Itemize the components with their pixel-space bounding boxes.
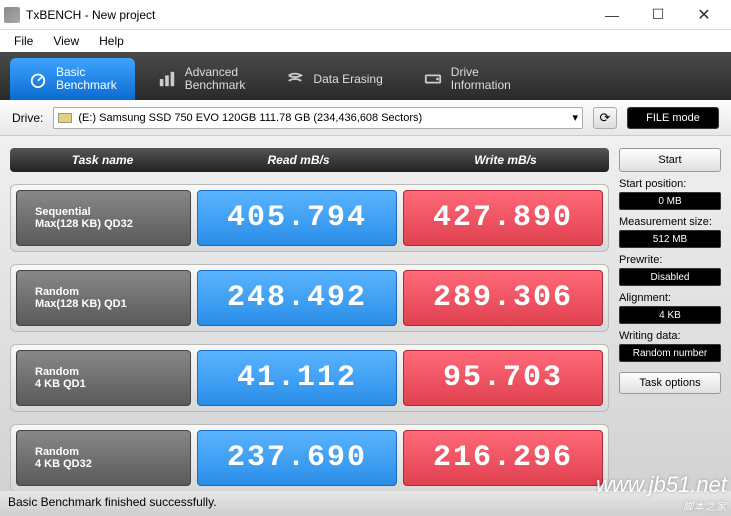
result-row: RandomMax(128 KB) QD1248.492289.306 xyxy=(10,264,609,332)
alignment-value: 4 KB xyxy=(619,306,721,324)
chevron-down-icon: ▾ xyxy=(572,111,578,124)
measurement-size-value: 512 MB xyxy=(619,230,721,248)
tab-label: Drive Information xyxy=(451,66,511,92)
bars-icon xyxy=(157,69,177,89)
write-value: 95.703 xyxy=(403,350,603,406)
tab-row: Basic Benchmark Advanced Benchmark Data … xyxy=(0,52,731,100)
start-position-label: Start position: xyxy=(619,178,721,190)
side-panel: Start Start position: 0 MB Measurement s… xyxy=(619,148,721,510)
menubar: File View Help xyxy=(0,30,731,52)
result-row: Random4 KB QD32237.690216.296 xyxy=(10,424,609,492)
header-row: Task name Read mB/s Write mB/s xyxy=(10,148,609,172)
read-value: 405.794 xyxy=(197,190,397,246)
read-value: 237.690 xyxy=(197,430,397,486)
task-name-line1: Sequential xyxy=(35,206,190,218)
status-text: Basic Benchmark finished successfully. xyxy=(8,495,217,509)
tab-label: Advanced Benchmark xyxy=(185,66,246,92)
task-cell[interactable]: RandomMax(128 KB) QD1 xyxy=(16,270,191,326)
drive-select[interactable]: (E:) Samsung SSD 750 EVO 120GB 111.78 GB… xyxy=(53,107,583,129)
refresh-button[interactable]: ⟳ xyxy=(593,107,617,129)
drive-row: Drive: (E:) Samsung SSD 750 EVO 120GB 11… xyxy=(0,100,731,136)
task-name-line2: 4 KB QD32 xyxy=(35,458,190,470)
result-row: Random4 KB QD141.11295.703 xyxy=(10,344,609,412)
window-title: TxBENCH - New project xyxy=(26,8,589,22)
start-position-value: 0 MB xyxy=(619,192,721,210)
header-write: Write mB/s xyxy=(402,148,609,172)
header-read: Read mB/s xyxy=(195,148,402,172)
drive-label: Drive: xyxy=(12,111,43,125)
app-icon xyxy=(4,7,20,23)
drive-icon xyxy=(423,69,443,89)
task-cell[interactable]: SequentialMax(128 KB) QD32 xyxy=(16,190,191,246)
tab-advanced-benchmark[interactable]: Advanced Benchmark xyxy=(139,58,264,100)
refresh-icon: ⟳ xyxy=(600,110,611,126)
tab-drive-information[interactable]: Drive Information xyxy=(405,58,529,100)
task-name-line2: Max(128 KB) QD32 xyxy=(35,218,190,230)
write-value: 289.306 xyxy=(403,270,603,326)
task-name-line1: Random xyxy=(35,446,190,458)
write-value: 427.890 xyxy=(403,190,603,246)
menu-file[interactable]: File xyxy=(4,32,43,50)
task-name-line2: Max(128 KB) QD1 xyxy=(35,298,190,310)
task-name-line2: 4 KB QD1 xyxy=(35,378,190,390)
header-task: Task name xyxy=(10,148,195,172)
file-mode-button[interactable]: FILE mode xyxy=(627,107,719,129)
prewrite-label: Prewrite: xyxy=(619,254,721,266)
erase-icon xyxy=(285,69,305,89)
watermark-sub: 脚本之家 xyxy=(596,498,727,513)
start-button[interactable]: Start xyxy=(619,148,721,172)
tab-data-erasing[interactable]: Data Erasing xyxy=(267,58,400,100)
minimize-button[interactable]: — xyxy=(589,0,635,30)
hdd-icon xyxy=(58,113,72,123)
results-panel: Task name Read mB/s Write mB/s Sequentia… xyxy=(10,148,609,510)
alignment-label: Alignment: xyxy=(619,292,721,304)
writing-data-value: Random number xyxy=(619,344,721,362)
read-value: 41.112 xyxy=(197,350,397,406)
menu-help[interactable]: Help xyxy=(89,32,134,50)
drive-selected-text: (E:) Samsung SSD 750 EVO 120GB 111.78 GB… xyxy=(78,112,422,124)
tab-label: Basic Benchmark xyxy=(56,66,117,92)
task-name-line1: Random xyxy=(35,286,190,298)
task-name-line1: Random xyxy=(35,366,190,378)
gauge-icon xyxy=(28,69,48,89)
measurement-size-label: Measurement size: xyxy=(619,216,721,228)
maximize-button[interactable]: ☐ xyxy=(635,0,681,30)
read-value: 248.492 xyxy=(197,270,397,326)
tab-label: Data Erasing xyxy=(313,72,382,86)
tab-basic-benchmark[interactable]: Basic Benchmark xyxy=(10,58,135,100)
task-options-button[interactable]: Task options xyxy=(619,372,721,394)
watermark: www.jb51.net 脚本之家 xyxy=(596,472,727,513)
task-cell[interactable]: Random4 KB QD32 xyxy=(16,430,191,486)
main-area: Task name Read mB/s Write mB/s Sequentia… xyxy=(0,136,731,516)
result-row: SequentialMax(128 KB) QD32405.794427.890 xyxy=(10,184,609,252)
prewrite-value: Disabled xyxy=(619,268,721,286)
close-button[interactable]: ✕ xyxy=(681,0,727,30)
titlebar: TxBENCH - New project — ☐ ✕ xyxy=(0,0,731,30)
watermark-url: www.jb51.net xyxy=(596,472,727,497)
task-cell[interactable]: Random4 KB QD1 xyxy=(16,350,191,406)
writing-data-label: Writing data: xyxy=(619,330,721,342)
write-value: 216.296 xyxy=(403,430,603,486)
menu-view[interactable]: View xyxy=(43,32,89,50)
